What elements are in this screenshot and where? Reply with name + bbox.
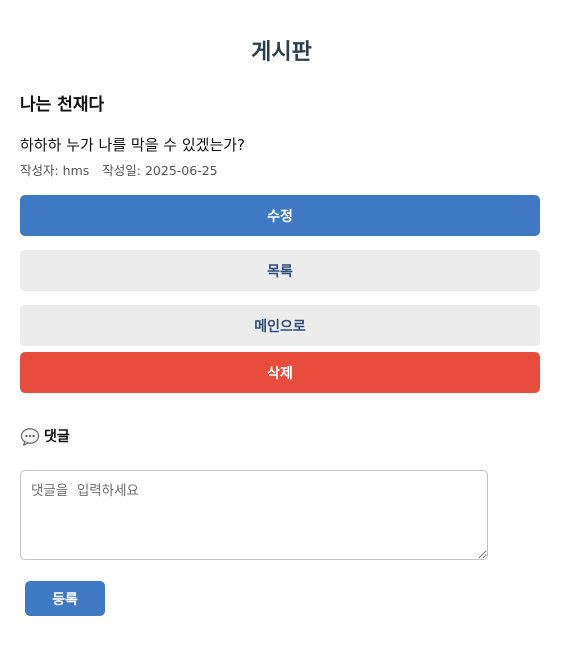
post-content: 하하하 누가 나를 막을 수 있겠는가? [20, 136, 246, 154]
speech-bubble-icon [20, 427, 40, 447]
post-author: 작성자: hms [20, 163, 90, 178]
post-date: 작성일: 2025-06-25 [102, 163, 218, 178]
post-meta: 작성자: hms 작성일: 2025-06-25 [20, 162, 218, 180]
go-to-main-button[interactable]: 메인으로 [20, 305, 540, 346]
comment-heading-label: 댓글 [44, 429, 70, 445]
list-button[interactable]: 목록 [20, 250, 540, 291]
post-title: 나는 천재다 [20, 95, 105, 115]
comment-section-heading: 댓글 [20, 426, 70, 448]
delete-button[interactable]: 삭제 [20, 352, 540, 393]
edit-button[interactable]: 수정 [20, 195, 540, 236]
page-title: 게시판 [251, 40, 312, 65]
submit-comment-button[interactable]: 등록 [25, 581, 105, 616]
comment-input[interactable] [20, 470, 488, 560]
post-detail-page: 게시판 나는 천재다 하하하 누가 나를 막을 수 있겠는가? 작성자: hms… [0, 0, 563, 646]
